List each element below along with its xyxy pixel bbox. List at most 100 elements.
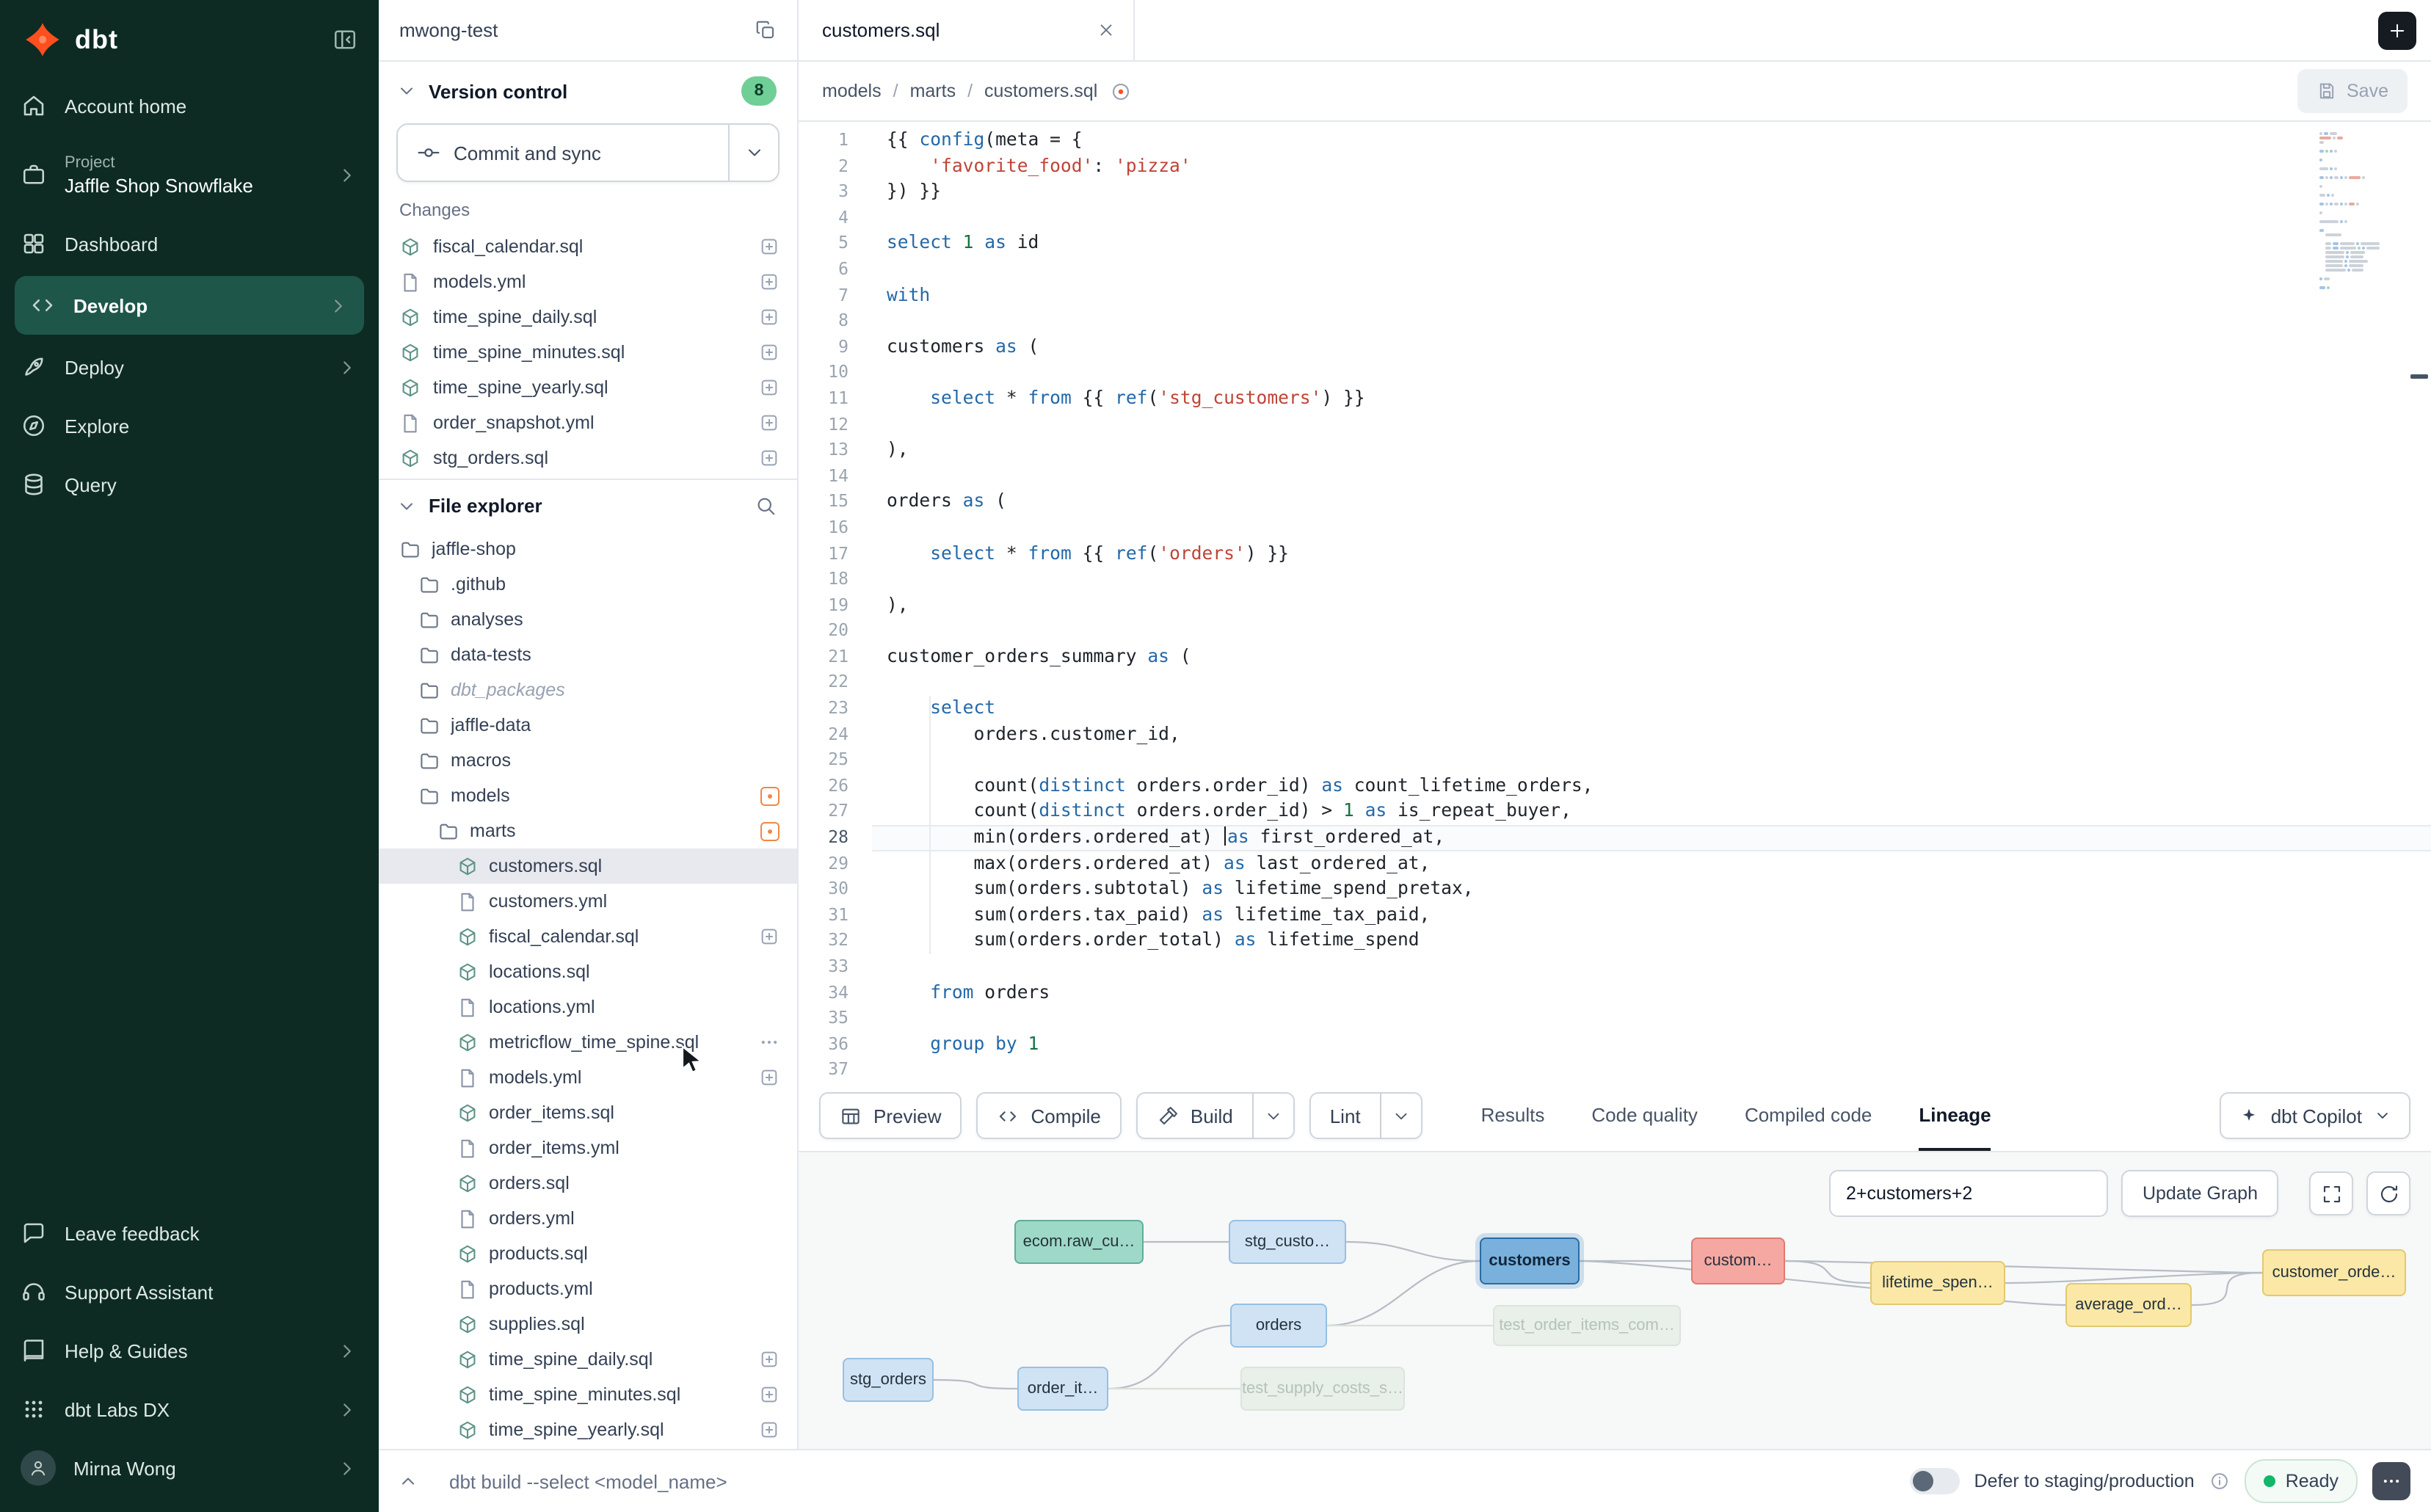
lint-button[interactable]: Lint [1309,1092,1381,1139]
stage-file-icon[interactable] [759,448,780,468]
tree-item-customers-yml[interactable]: customers.yml [379,884,797,919]
code-line-9[interactable]: customers as ( [872,335,2431,360]
tree-item-supplies-sql[interactable]: supplies.sql [379,1306,797,1342]
tab-customers-sql[interactable]: customers.sql [799,0,1135,60]
sidebar-item-project[interactable]: ProjectJaffle Shop Snowflake [0,135,379,214]
tab-results[interactable]: Results [1481,1080,1545,1151]
code-line-32[interactable]: sum(orders.order_total) as lifetime_spen… [872,928,2431,954]
breadcrumb-item[interactable]: marts [910,81,956,101]
sidebar-item-help-guides[interactable]: Help & Guides [0,1321,379,1380]
sidebar-item-support-assistant[interactable]: Support Assistant [0,1262,379,1321]
tree-item-macros[interactable]: macros [379,743,797,778]
tree-item-time-spine-yearly-sql[interactable]: time_spine_yearly.sql [379,1412,797,1447]
code-line-5[interactable]: select 1 as id [872,231,2431,257]
code-line-8[interactable] [872,308,2431,334]
tree-item-order-items-sql[interactable]: order_items.sql [379,1095,797,1130]
code-line-2[interactable]: 'favorite_food': 'pizza' [872,153,2431,179]
sidebar-item-dbt-labs-dx[interactable]: dbt Labs DX [0,1380,379,1439]
lineage-node-test_supply[interactable]: test_supply_costs_s… [1240,1367,1405,1411]
sidebar-item-explore[interactable]: Explore [0,396,379,455]
changes-item-time-spine-yearly-sql[interactable]: time_spine_yearly.sql [379,370,797,405]
stage-file-icon[interactable] [759,236,780,257]
tree-item-products-sql[interactable]: products.sql [379,1236,797,1271]
tree-item-products-yml[interactable]: products.yml [379,1271,797,1306]
tree-item-jaffle-shop[interactable]: jaffle-shop [379,531,797,567]
changes-item-order-snapshot-yml[interactable]: order_snapshot.yml [379,405,797,440]
tree-item-locations-sql[interactable]: locations.sql [379,954,797,989]
build-options-button[interactable] [1254,1092,1295,1139]
tree-item-dbt-packages[interactable]: dbt_packages [379,672,797,708]
stage-file-icon[interactable] [759,1384,780,1405]
tree-item-analyses[interactable]: analyses [379,602,797,637]
lineage-node-average_order[interactable]: average_ord… [2065,1283,2192,1327]
changes-item-fiscal-calendar-sql[interactable]: fiscal_calendar.sql [379,229,797,264]
dbt-copilot-button[interactable]: dbt Copilot [2220,1092,2410,1139]
code-line-12[interactable] [872,412,2431,437]
tree-item-models-yml[interactable]: models.yml [379,1060,797,1095]
stage-file-icon[interactable] [759,1420,780,1440]
sidebar-item-leave-feedback[interactable]: Leave feedback [0,1204,379,1262]
code-line-29[interactable]: max(orders.ordered_at) as last_ordered_a… [872,851,2431,876]
command-text[interactable]: dbt build --select <model_name> [449,1470,727,1492]
tree-item-models[interactable]: models [379,778,797,813]
tab-code-quality[interactable]: Code quality [1591,1080,1698,1151]
update-graph-button[interactable]: Update Graph [2122,1170,2278,1217]
code-line-3[interactable]: }) }} [872,179,2431,205]
tree-item-customers-sql[interactable]: customers.sql [379,848,797,884]
code-line-31[interactable]: sum(orders.tax_paid) as lifetime_tax_pai… [872,903,2431,928]
code-content[interactable]: {{ config(meta = { 'favorite_food': 'piz… [872,122,2431,1080]
minimap[interactable] [2319,131,2405,294]
code-line-16[interactable] [872,515,2431,541]
preview-button[interactable]: Preview [819,1092,962,1139]
compile-button[interactable]: Compile [977,1092,1122,1139]
lineage-node-stg_orders[interactable]: stg_orders [843,1358,934,1402]
code-editor[interactable]: 1234567891011121314151617181920212223242… [799,122,2431,1080]
lineage-node-lifetime_spend[interactable]: lifetime_spen… [1870,1261,2005,1305]
tree-item-order-items-yml[interactable]: order_items.yml [379,1130,797,1166]
code-line-11[interactable]: select * from {{ ref('stg_customers') }} [872,386,2431,412]
code-line-15[interactable]: orders as ( [872,490,2431,515]
build-button[interactable]: Build [1136,1092,1254,1139]
sidebar-item-dashboard[interactable]: Dashboard [0,214,379,273]
file-menu-icon[interactable] [759,1032,780,1053]
tree-item-fiscal-calendar-sql[interactable]: fiscal_calendar.sql [379,919,797,954]
code-line-4[interactable] [872,206,2431,231]
lineage-node-customers_alt[interactable]: custom… [1691,1237,1785,1284]
code-line-6[interactable] [872,257,2431,283]
lineage-selector-input[interactable] [1830,1170,2109,1217]
breadcrumb-item[interactable]: models [822,81,882,101]
code-line-21[interactable]: customer_orders_summary as ( [872,644,2431,670]
changes-item-time-spine-daily-sql[interactable]: time_spine_daily.sql [379,299,797,335]
stage-file-icon[interactable] [759,307,780,327]
sidebar-item-user[interactable]: Mirna Wong [0,1439,379,1497]
lineage-node-orders[interactable]: orders [1230,1304,1327,1348]
code-line-28[interactable]: min(orders.ordered_at) as first_ordered_… [872,825,2431,851]
stage-file-icon[interactable] [759,1067,780,1088]
version-control-header[interactable]: Version control 8 [379,62,797,117]
code-line-35[interactable] [872,1006,2431,1031]
lint-options-button[interactable] [1381,1092,1422,1139]
tree-item--github[interactable]: .github [379,567,797,602]
defer-toggle[interactable] [1910,1468,1960,1494]
tree-item-data-tests[interactable]: data-tests [379,637,797,672]
code-line-10[interactable] [872,360,2431,386]
sidebar-item-account-home[interactable]: Account home [0,76,379,135]
save-button[interactable]: Save [2297,69,2408,113]
tree-item-orders-sql[interactable]: orders.sql [379,1166,797,1201]
code-line-14[interactable] [872,463,2431,489]
code-line-19[interactable]: ), [872,592,2431,618]
sidebar-item-deploy[interactable]: Deploy [0,338,379,396]
sidebar-item-query[interactable]: Query [0,455,379,514]
lineage-node-customers[interactable]: customers [1480,1237,1580,1284]
tab-lineage[interactable]: Lineage [1919,1080,1991,1151]
changes-item-models-yml[interactable]: models.yml [379,264,797,299]
code-line-37[interactable] [872,1058,2431,1080]
lineage-node-stg_customers[interactable]: stg_custo… [1229,1220,1346,1264]
code-line-18[interactable] [872,567,2431,592]
stage-file-icon[interactable] [759,1349,780,1370]
code-line-27[interactable]: count(distinct orders.order_id) > 1 as i… [872,799,2431,825]
code-line-24[interactable]: orders.customer_id, [872,722,2431,747]
stage-file-icon[interactable] [759,377,780,398]
tree-item-metricflow-time-spine-sql[interactable]: metricflow_time_spine.sql [379,1025,797,1060]
tree-item-jaffle-data[interactable]: jaffle-data [379,708,797,743]
